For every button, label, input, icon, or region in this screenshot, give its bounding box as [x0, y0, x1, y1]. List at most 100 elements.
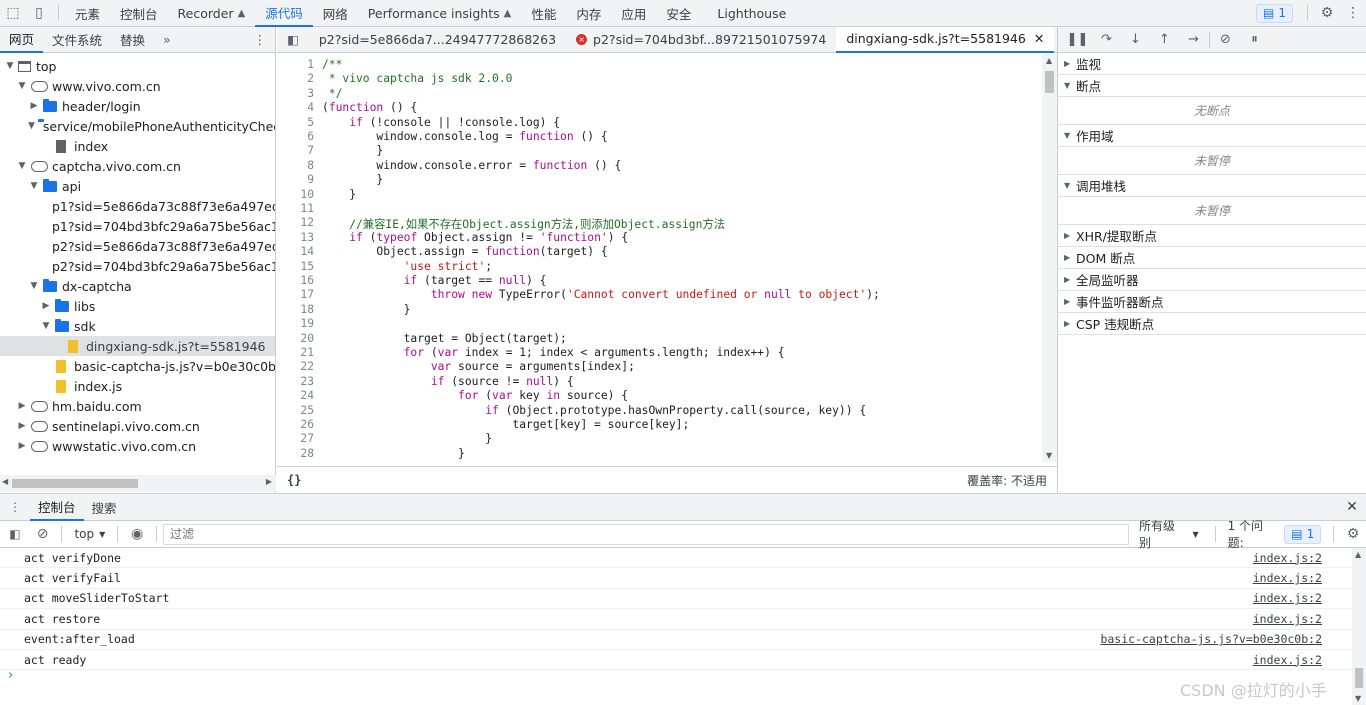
tree-item[interactable]: basic-captcha-js.js?v=b0e30c0b — [0, 356, 275, 376]
console-message-source-link[interactable]: index.js:2 — [1253, 612, 1322, 626]
expanded-arrow-icon[interactable]: ▼ — [28, 121, 35, 131]
console-message-source-link[interactable]: index.js:2 — [1253, 571, 1322, 585]
context-selector[interactable]: top ▼ — [68, 527, 111, 541]
tab-application[interactable]: 应用 — [611, 0, 656, 27]
live-expression-eye-icon[interactable]: ◉ — [124, 526, 150, 542]
tab-recorder[interactable]: Recorder ▲ — [168, 0, 256, 27]
scroll-up-icon[interactable]: ▲ — [1046, 56, 1052, 65]
tab-memory[interactable]: 内存 — [566, 0, 611, 27]
device-toolbar-icon[interactable]: ▯ — [26, 0, 52, 27]
console-message-source-link[interactable]: index.js:2 — [1253, 591, 1322, 605]
coverage-status[interactable]: 覆盖率: 不适用 — [967, 472, 1047, 489]
line-number[interactable]: 8 — [277, 159, 314, 172]
editor-tab-p2-first[interactable]: p2?sid=5e866da7...24947772868263 — [309, 27, 566, 53]
line-number[interactable]: 11 — [277, 202, 314, 215]
editor-tab-dingxiang-sdk[interactable]: dingxiang-sdk.js?t=5581946 ✕ — [836, 26, 1055, 53]
debugger-section-header[interactable]: ▼ 断点 — [1058, 75, 1366, 97]
debugger-section-header[interactable]: ▶ DOM 断点 — [1058, 247, 1366, 269]
drawer-menu-icon[interactable]: ⋮ — [0, 500, 30, 514]
line-number[interactable]: 10 — [277, 188, 314, 201]
line-number[interactable]: 5 — [277, 116, 314, 129]
inspect-element-icon[interactable]: ⬚ — [0, 0, 26, 27]
line-number[interactable]: 17 — [277, 288, 314, 301]
tree-item[interactable]: dingxiang-sdk.js?t=5581946 — [0, 336, 275, 356]
close-tab-icon[interactable]: ✕ — [1034, 31, 1044, 46]
line-number[interactable]: 16 — [277, 274, 314, 287]
line-number[interactable]: 2 — [277, 72, 314, 85]
filter-input[interactable] — [163, 523, 1130, 545]
line-number[interactable]: 27 — [277, 432, 314, 445]
vertical-scrollbar[interactable]: ▲ ▼ — [1042, 54, 1057, 462]
expanded-arrow-icon[interactable]: ▼ — [40, 321, 52, 331]
console-prompt[interactable]: › — [8, 668, 13, 683]
tab-overrides[interactable]: 替换 — [111, 27, 154, 53]
expanded-arrow-icon[interactable]: ▼ — [4, 61, 16, 71]
step-out-icon[interactable]: ↑ — [1151, 32, 1178, 47]
tree-item[interactable]: ▼ top — [0, 56, 275, 76]
tab-security[interactable]: 安全 — [656, 0, 701, 27]
scrollbar-thumb[interactable] — [1045, 71, 1054, 93]
line-number[interactable]: 24 — [277, 389, 314, 402]
console-message-source-link[interactable]: index.js:2 — [1253, 653, 1322, 667]
pause-on-exceptions-icon[interactable]: ⏸ — [1241, 32, 1268, 47]
tree-item[interactable]: p2?sid=5e866da73c88f73e6a497ed7c5 — [0, 236, 275, 256]
line-number[interactable]: 22 — [277, 360, 314, 373]
tab-network[interactable]: 网络 — [313, 0, 358, 27]
tab-performance[interactable]: 性能 — [521, 0, 566, 27]
tree-item[interactable]: ▶ libs — [0, 296, 275, 316]
collapsed-arrow-icon[interactable]: ▶ — [16, 401, 28, 411]
code-editor[interactable]: 1 /** 2 * vivo captcha js sdk 2.0.0 3 */ 4 (f… — [277, 54, 1057, 462]
log-levels-dropdown[interactable]: 所有级别 ▼ — [1129, 517, 1209, 551]
issues-button[interactable]: 1 个问题: ▤ 1 — [1222, 517, 1328, 551]
console-message-source-link[interactable]: basic-captcha-js.js?v=b0e30c0b:2 — [1100, 632, 1322, 646]
line-number[interactable]: 25 — [277, 404, 314, 417]
scroll-down-icon[interactable]: ▼ — [1046, 451, 1052, 460]
tree-item[interactable]: ▼ sdk — [0, 316, 275, 336]
line-number[interactable]: 1 — [277, 58, 314, 71]
issues-badge[interactable]: ▤ 1 — [1256, 3, 1293, 23]
expanded-arrow-icon[interactable]: ▼ — [28, 281, 40, 291]
step-icon[interactable]: → — [1180, 32, 1207, 47]
line-number[interactable]: 26 — [277, 418, 314, 431]
debugger-section-header[interactable]: ▶ XHR/提取断点 — [1058, 225, 1366, 247]
tab-performance-insights[interactable]: Performance insights ▲ — [358, 0, 522, 27]
pause-icon[interactable]: ❚❚ — [1064, 32, 1091, 47]
line-number[interactable]: 4 — [277, 101, 314, 114]
line-number[interactable]: 9 — [277, 173, 314, 186]
debugger-section-header[interactable]: ▶ 事件监听器断点 — [1058, 291, 1366, 313]
expanded-arrow-icon[interactable]: ▼ — [16, 81, 28, 91]
deactivate-breakpoints-icon[interactable]: ⊘ — [1212, 32, 1239, 47]
line-number[interactable]: 6 — [277, 130, 314, 143]
step-into-icon[interactable]: ↓ — [1122, 32, 1149, 47]
line-number[interactable]: 14 — [277, 245, 314, 258]
tree-item[interactable]: ▶ sentinelapi.vivo.com.cn — [0, 416, 275, 436]
scroll-left-icon[interactable]: ◀ — [2, 477, 8, 486]
scrollbar-thumb[interactable] — [12, 479, 138, 488]
scrollbar-thumb[interactable] — [1355, 668, 1363, 688]
debugger-section-header[interactable]: ▼ 作用域 — [1058, 125, 1366, 147]
tree-item[interactable]: ▶ wwwstatic.vivo.com.cn — [0, 436, 275, 456]
line-number[interactable]: 29 — [277, 461, 314, 462]
line-number[interactable]: 7 — [277, 144, 314, 157]
settings-gear-icon[interactable]: ⚙ — [1314, 0, 1340, 27]
tree-item[interactable]: p1?sid=704bd3bfc29a6a75be56ac19e — [0, 216, 275, 236]
pretty-print-button[interactable]: {} — [287, 473, 301, 487]
drawer-tab-console[interactable]: 控制台 — [30, 493, 84, 521]
sidebar-toggle-icon[interactable]: ◧ — [0, 527, 30, 541]
tab-sources[interactable]: 源代码 — [255, 0, 313, 27]
tree-item[interactable]: index.js — [0, 376, 275, 396]
more-options-icon[interactable]: ⋮ — [1340, 0, 1366, 27]
clear-console-icon[interactable]: ⊘ — [30, 526, 56, 542]
scroll-right-icon[interactable]: ▶ — [266, 477, 272, 486]
tab-filesystem[interactable]: 文件系统 — [43, 27, 111, 53]
expanded-arrow-icon[interactable]: ▼ — [16, 161, 28, 171]
close-drawer-icon[interactable]: ✕ — [1338, 499, 1366, 515]
line-number[interactable]: 19 — [277, 317, 314, 330]
tab-elements[interactable]: 元素 — [65, 0, 110, 27]
console-scrollbar[interactable]: ▲ ▼ — [1352, 548, 1366, 705]
tree-item[interactable]: ▼ service/mobilePhoneAuthenticityCheck — [0, 116, 275, 136]
tree-item[interactable]: index — [0, 136, 275, 156]
scroll-up-icon[interactable]: ▲ — [1355, 550, 1361, 559]
line-number[interactable]: 13 — [277, 231, 314, 244]
line-number[interactable]: 28 — [277, 447, 314, 460]
